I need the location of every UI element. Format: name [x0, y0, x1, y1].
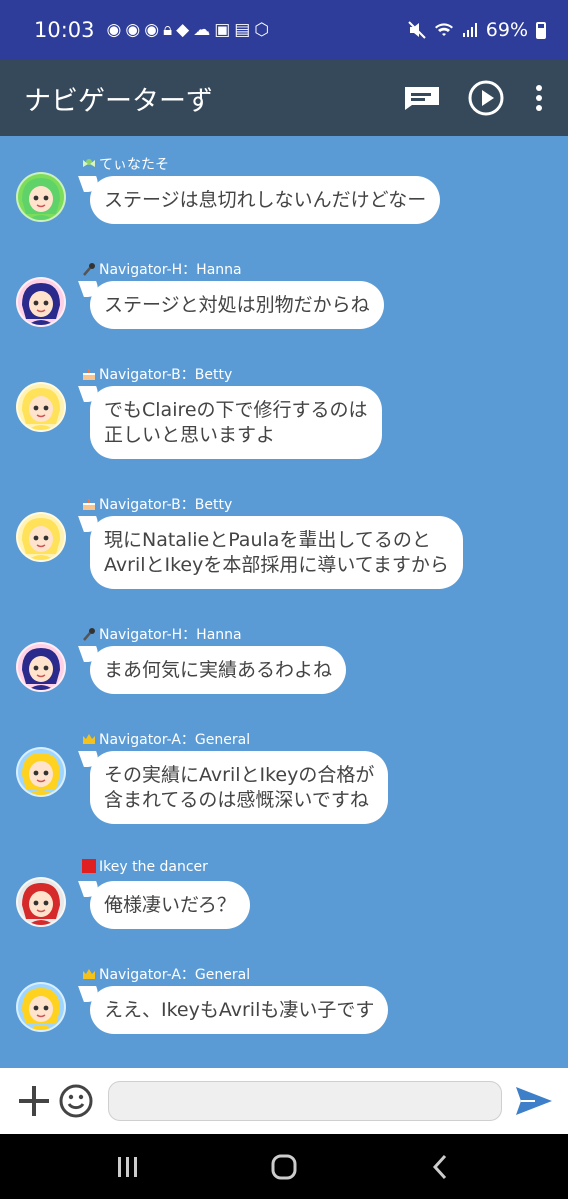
message-text: AvrilとIkeyを本部採用に導いてますから: [104, 554, 449, 576]
cake-icon: [82, 367, 99, 383]
share-icon: ◆: [176, 20, 194, 40]
sender-name: Navigator-B：Betty: [82, 364, 232, 384]
battery-icon: [536, 21, 546, 39]
status-time: 10:03: [34, 18, 95, 42]
avatar[interactable]: [16, 982, 66, 1032]
smiley-icon: [59, 1084, 93, 1118]
avatar[interactable]: [16, 512, 66, 562]
sender-name: Navigator-A：General: [82, 964, 250, 984]
microphone-icon: [82, 627, 99, 643]
message-bubble[interactable]: ステージと対処は別物だからね: [90, 281, 384, 329]
back-icon: [432, 1154, 447, 1179]
home-button[interactable]: [254, 1142, 314, 1192]
sender-name: Navigator-A：General: [82, 729, 250, 749]
fairy-icon: [82, 157, 99, 173]
discord-icon: ◉: [125, 20, 145, 40]
send-icon: [516, 1087, 552, 1115]
message-bubble[interactable]: 現にNatalieとPaulaを輩出してるのと AvrilとIkeyを本部採用に導…: [90, 516, 463, 589]
message-bubble[interactable]: 俺様凄いだろ？: [90, 881, 250, 929]
sender-label: Ikey the dancer: [99, 859, 208, 875]
sender-label: Navigator-B：Betty: [99, 367, 233, 383]
home-icon: [271, 1154, 297, 1179]
message-bubble[interactable]: ステージは息切れしないんだけどなー: [90, 176, 441, 224]
plus-icon: [19, 1086, 49, 1116]
message-text: でもClaireの下で修行するのは: [104, 399, 368, 421]
wifi-icon: [434, 23, 453, 36]
microphone-icon: [82, 262, 99, 278]
message-text: 正しいと思いますよ: [104, 424, 276, 446]
status-bar: 10:03 ◉◉◉🔒︎◆☁▣▤⬡ 69%: [0, 0, 568, 60]
more-options-button[interactable]: [524, 72, 554, 124]
more-vertical-icon: [536, 85, 542, 111]
sender-label: Navigator-A：General: [99, 967, 251, 983]
message-bubble[interactable]: ええ、IkeyもAvrilも凄い子です: [90, 986, 389, 1034]
back-button[interactable]: [410, 1142, 470, 1192]
sender-name: Navigator-B：Betty: [82, 494, 232, 514]
sender-name: Navigator-H：Hanna: [82, 624, 242, 644]
message-text: 現にNatalieとPaulaを輩出してるのと: [104, 529, 431, 551]
add-button[interactable]: [14, 1081, 54, 1121]
cake-icon: [82, 497, 99, 513]
sender-name: Ikey the dancer: [82, 859, 208, 875]
battery-percent: 69%: [485, 19, 528, 41]
vpn-icon: ⬡: [254, 20, 274, 40]
sender-name: てぃなたそ: [82, 154, 169, 174]
avatar[interactable]: [16, 277, 66, 327]
notes-icon: [405, 87, 439, 110]
recents-icon: [118, 1156, 137, 1177]
discord-icon: ◉: [106, 20, 126, 40]
message-bubble[interactable]: その実績にAvrilとIkeyの合格が 含まれてるのは感慨深いですね: [90, 751, 389, 824]
notes-button[interactable]: [396, 72, 448, 124]
chat-title: ナビゲーターず: [24, 85, 213, 117]
message-text: 含まれてるのは感慨深いですね: [104, 789, 369, 811]
chat-area[interactable]: てぃなたそステージは息切れしないんだけどなー Navigator-H：Hanna ス…: [0, 136, 568, 1068]
message-text: ええ、IkeyもAvrilも凄い子です: [104, 999, 375, 1021]
message-text: 俺様凄いだろ？: [104, 894, 236, 916]
avatar[interactable]: [16, 747, 66, 797]
message-input[interactable]: [108, 1081, 502, 1121]
status-right: 69%: [408, 19, 546, 41]
message-bubble[interactable]: まあ何気に実績あるわよね: [90, 646, 347, 694]
crown-icon: [82, 967, 99, 983]
image-icon: ▤: [234, 20, 255, 40]
send-button[interactable]: [514, 1081, 554, 1121]
recent-apps-button[interactable]: [98, 1142, 158, 1192]
avatar[interactable]: [16, 642, 66, 692]
message-text: ステージは息切れしないんだけどなー: [104, 189, 427, 211]
message-bubble[interactable]: でもClaireの下で修行するのは 正しいと思いますよ: [90, 386, 382, 459]
message-input-bar: [0, 1068, 568, 1134]
sender-label: Navigator-H：Hanna: [99, 262, 242, 278]
avatar[interactable]: [16, 382, 66, 432]
play-button[interactable]: [460, 72, 512, 124]
sender-label: てぃなたそ: [99, 157, 169, 173]
sender-label: Navigator-A：General: [99, 732, 251, 748]
cloud-icon: ☁: [193, 20, 215, 40]
lock-icon: 🔒︎: [163, 20, 177, 40]
avatar[interactable]: [16, 877, 66, 927]
notification-icons: ◉◉◉🔒︎◆☁▣▤⬡: [107, 20, 408, 40]
box-icon: ▣: [214, 20, 235, 40]
play-circle-icon: [468, 80, 504, 116]
message-text: その実績にAvrilとIkeyの合格が: [104, 764, 375, 786]
discord-icon: ◉: [144, 20, 164, 40]
system-nav-bar: [0, 1134, 568, 1199]
sender-label: Navigator-H：Hanna: [99, 627, 242, 643]
crown-icon: [82, 732, 99, 748]
app-bar: ナビゲーターず: [0, 60, 568, 136]
avatar[interactable]: [16, 172, 66, 222]
message-text: ステージと対処は別物だからね: [104, 294, 370, 316]
sender-name: Navigator-H：Hanna: [82, 259, 242, 279]
message-text: まあ何気に実績あるわよね: [104, 659, 333, 681]
mute-icon: [408, 21, 426, 39]
signal-icon: [462, 23, 477, 37]
sender-label: Navigator-B：Betty: [99, 497, 233, 513]
emoji-button[interactable]: [56, 1081, 96, 1121]
red-square-icon: [82, 859, 99, 875]
